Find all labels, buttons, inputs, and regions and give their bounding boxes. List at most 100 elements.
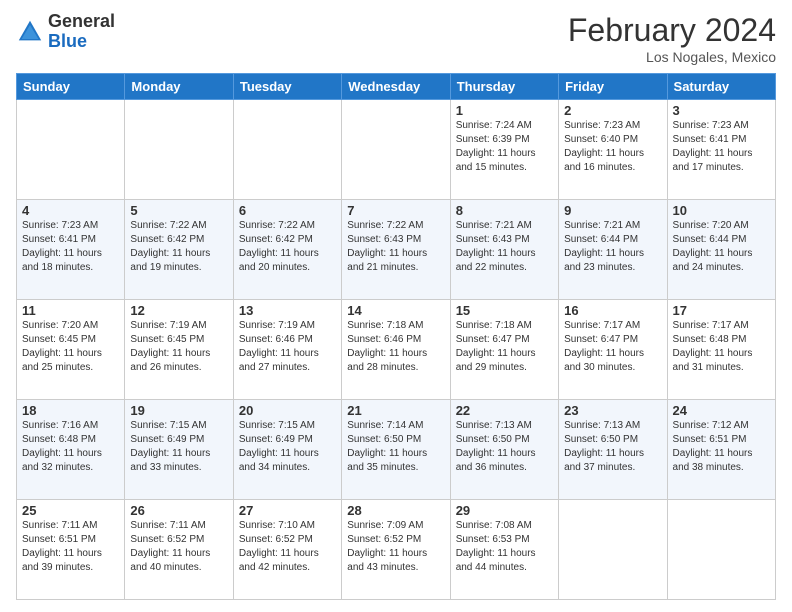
day-number: 23 (564, 403, 661, 418)
day-info: Sunrise: 7:13 AM Sunset: 6:50 PM Dayligh… (564, 419, 661, 475)
calendar-week-row: 25Sunrise: 7:11 AM Sunset: 6:51 PM Dayli… (17, 500, 776, 600)
day-info: Sunrise: 7:17 AM Sunset: 6:47 PM Dayligh… (564, 319, 661, 375)
table-row: 15Sunrise: 7:18 AM Sunset: 6:47 PM Dayli… (450, 300, 558, 400)
table-row: 24Sunrise: 7:12 AM Sunset: 6:51 PM Dayli… (667, 400, 775, 500)
day-number: 19 (130, 403, 227, 418)
table-row: 27Sunrise: 7:10 AM Sunset: 6:52 PM Dayli… (233, 500, 341, 600)
day-number: 8 (456, 203, 553, 218)
day-number: 2 (564, 103, 661, 118)
day-info: Sunrise: 7:15 AM Sunset: 6:49 PM Dayligh… (130, 419, 227, 475)
day-number: 14 (347, 303, 444, 318)
table-row: 4Sunrise: 7:23 AM Sunset: 6:41 PM Daylig… (17, 200, 125, 300)
day-number: 26 (130, 503, 227, 518)
day-number: 29 (456, 503, 553, 518)
day-number: 1 (456, 103, 553, 118)
day-number: 21 (347, 403, 444, 418)
day-number: 17 (673, 303, 770, 318)
day-info: Sunrise: 7:20 AM Sunset: 6:44 PM Dayligh… (673, 219, 770, 275)
table-row: 7Sunrise: 7:22 AM Sunset: 6:43 PM Daylig… (342, 200, 450, 300)
day-info: Sunrise: 7:23 AM Sunset: 6:40 PM Dayligh… (564, 119, 661, 175)
table-row (233, 100, 341, 200)
day-info: Sunrise: 7:20 AM Sunset: 6:45 PM Dayligh… (22, 319, 119, 375)
header: General Blue February 2024 Los Nogales, … (16, 12, 776, 65)
col-tuesday: Tuesday (233, 74, 341, 100)
table-row: 2Sunrise: 7:23 AM Sunset: 6:40 PM Daylig… (559, 100, 667, 200)
day-info: Sunrise: 7:11 AM Sunset: 6:52 PM Dayligh… (130, 519, 227, 575)
day-info: Sunrise: 7:19 AM Sunset: 6:45 PM Dayligh… (130, 319, 227, 375)
day-info: Sunrise: 7:10 AM Sunset: 6:52 PM Dayligh… (239, 519, 336, 575)
table-row: 3Sunrise: 7:23 AM Sunset: 6:41 PM Daylig… (667, 100, 775, 200)
table-row: 25Sunrise: 7:11 AM Sunset: 6:51 PM Dayli… (17, 500, 125, 600)
day-number: 10 (673, 203, 770, 218)
logo-icon (16, 18, 44, 46)
table-row: 12Sunrise: 7:19 AM Sunset: 6:45 PM Dayli… (125, 300, 233, 400)
day-number: 16 (564, 303, 661, 318)
day-info: Sunrise: 7:22 AM Sunset: 6:42 PM Dayligh… (239, 219, 336, 275)
col-saturday: Saturday (667, 74, 775, 100)
day-info: Sunrise: 7:24 AM Sunset: 6:39 PM Dayligh… (456, 119, 553, 175)
logo-general-text: General (48, 12, 115, 32)
day-info: Sunrise: 7:16 AM Sunset: 6:48 PM Dayligh… (22, 419, 119, 475)
calendar-week-row: 11Sunrise: 7:20 AM Sunset: 6:45 PM Dayli… (17, 300, 776, 400)
day-info: Sunrise: 7:08 AM Sunset: 6:53 PM Dayligh… (456, 519, 553, 575)
calendar-header-row: Sunday Monday Tuesday Wednesday Thursday… (17, 74, 776, 100)
col-thursday: Thursday (450, 74, 558, 100)
calendar-week-row: 18Sunrise: 7:16 AM Sunset: 6:48 PM Dayli… (17, 400, 776, 500)
table-row: 28Sunrise: 7:09 AM Sunset: 6:52 PM Dayli… (342, 500, 450, 600)
day-info: Sunrise: 7:22 AM Sunset: 6:42 PM Dayligh… (130, 219, 227, 275)
day-info: Sunrise: 7:15 AM Sunset: 6:49 PM Dayligh… (239, 419, 336, 475)
table-row: 8Sunrise: 7:21 AM Sunset: 6:43 PM Daylig… (450, 200, 558, 300)
day-info: Sunrise: 7:21 AM Sunset: 6:44 PM Dayligh… (564, 219, 661, 275)
day-number: 27 (239, 503, 336, 518)
table-row (342, 100, 450, 200)
day-number: 3 (673, 103, 770, 118)
table-row (559, 500, 667, 600)
day-number: 11 (22, 303, 119, 318)
day-info: Sunrise: 7:23 AM Sunset: 6:41 PM Dayligh… (673, 119, 770, 175)
table-row: 5Sunrise: 7:22 AM Sunset: 6:42 PM Daylig… (125, 200, 233, 300)
day-info: Sunrise: 7:12 AM Sunset: 6:51 PM Dayligh… (673, 419, 770, 475)
table-row: 29Sunrise: 7:08 AM Sunset: 6:53 PM Dayli… (450, 500, 558, 600)
day-number: 15 (456, 303, 553, 318)
day-info: Sunrise: 7:17 AM Sunset: 6:48 PM Dayligh… (673, 319, 770, 375)
table-row: 20Sunrise: 7:15 AM Sunset: 6:49 PM Dayli… (233, 400, 341, 500)
day-number: 20 (239, 403, 336, 418)
day-info: Sunrise: 7:14 AM Sunset: 6:50 PM Dayligh… (347, 419, 444, 475)
table-row: 6Sunrise: 7:22 AM Sunset: 6:42 PM Daylig… (233, 200, 341, 300)
table-row: 17Sunrise: 7:17 AM Sunset: 6:48 PM Dayli… (667, 300, 775, 400)
day-number: 18 (22, 403, 119, 418)
table-row (17, 100, 125, 200)
table-row: 11Sunrise: 7:20 AM Sunset: 6:45 PM Dayli… (17, 300, 125, 400)
day-info: Sunrise: 7:09 AM Sunset: 6:52 PM Dayligh… (347, 519, 444, 575)
day-number: 12 (130, 303, 227, 318)
page: General Blue February 2024 Los Nogales, … (0, 0, 792, 612)
table-row: 22Sunrise: 7:13 AM Sunset: 6:50 PM Dayli… (450, 400, 558, 500)
day-info: Sunrise: 7:21 AM Sunset: 6:43 PM Dayligh… (456, 219, 553, 275)
day-info: Sunrise: 7:22 AM Sunset: 6:43 PM Dayligh… (347, 219, 444, 275)
col-monday: Monday (125, 74, 233, 100)
col-friday: Friday (559, 74, 667, 100)
col-sunday: Sunday (17, 74, 125, 100)
day-number: 6 (239, 203, 336, 218)
day-number: 9 (564, 203, 661, 218)
day-info: Sunrise: 7:18 AM Sunset: 6:46 PM Dayligh… (347, 319, 444, 375)
day-info: Sunrise: 7:13 AM Sunset: 6:50 PM Dayligh… (456, 419, 553, 475)
table-row: 1Sunrise: 7:24 AM Sunset: 6:39 PM Daylig… (450, 100, 558, 200)
day-number: 28 (347, 503, 444, 518)
location: Los Nogales, Mexico (568, 49, 776, 65)
logo-blue-text: Blue (48, 32, 115, 52)
table-row: 13Sunrise: 7:19 AM Sunset: 6:46 PM Dayli… (233, 300, 341, 400)
day-number: 24 (673, 403, 770, 418)
calendar-week-row: 1Sunrise: 7:24 AM Sunset: 6:39 PM Daylig… (17, 100, 776, 200)
col-wednesday: Wednesday (342, 74, 450, 100)
table-row (125, 100, 233, 200)
day-number: 5 (130, 203, 227, 218)
day-number: 7 (347, 203, 444, 218)
day-info: Sunrise: 7:23 AM Sunset: 6:41 PM Dayligh… (22, 219, 119, 275)
table-row: 18Sunrise: 7:16 AM Sunset: 6:48 PM Dayli… (17, 400, 125, 500)
table-row (667, 500, 775, 600)
calendar-week-row: 4Sunrise: 7:23 AM Sunset: 6:41 PM Daylig… (17, 200, 776, 300)
table-row: 10Sunrise: 7:20 AM Sunset: 6:44 PM Dayli… (667, 200, 775, 300)
day-number: 25 (22, 503, 119, 518)
table-row: 16Sunrise: 7:17 AM Sunset: 6:47 PM Dayli… (559, 300, 667, 400)
